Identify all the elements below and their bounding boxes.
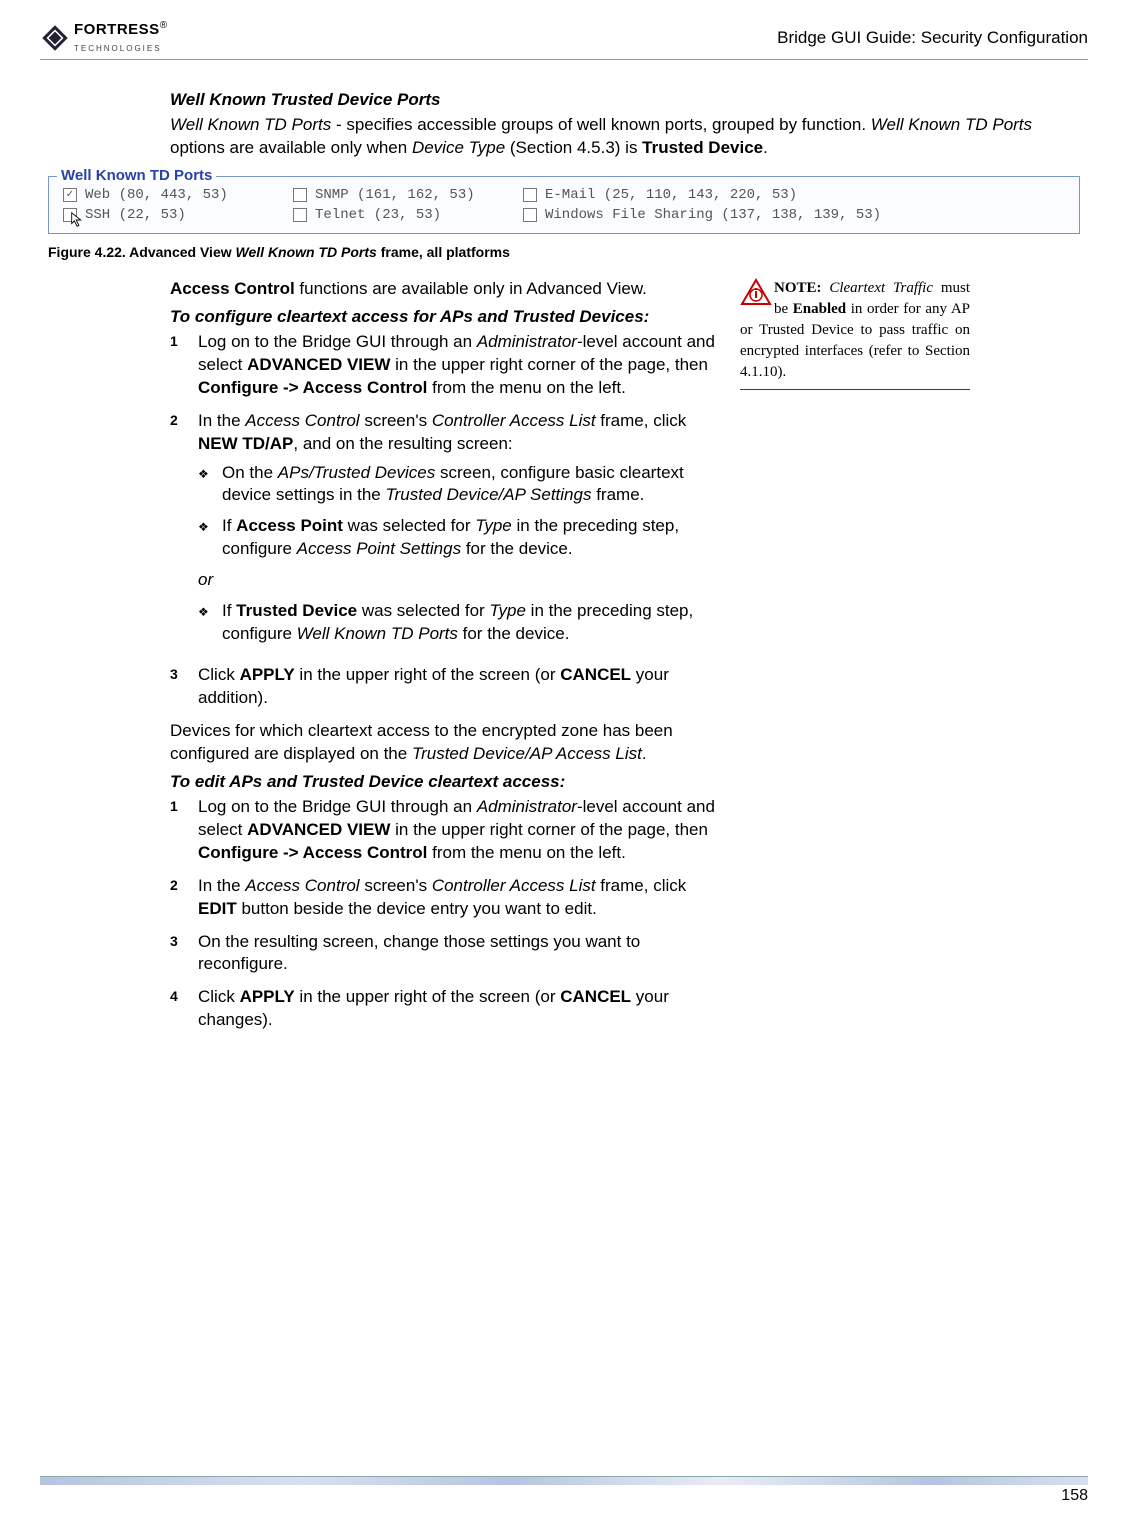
checkbox-icon <box>523 188 537 202</box>
port-email: E-Mail (25, 110, 143, 220, 53) <box>523 187 903 203</box>
note-box: NOTE: Cleartext Traffic must be Enabled … <box>740 278 970 390</box>
header-title: Bridge GUI Guide: Security Configuration <box>777 28 1088 48</box>
diamond-bullet-icon: ❖ <box>198 600 222 646</box>
substep: ❖ If Access Point was selected for Type … <box>198 515 720 561</box>
step: 1 Log on to the Bridge GUI through an Ad… <box>170 796 720 865</box>
page-header: FORTRESS® TECHNOLOGIES Bridge GUI Guide:… <box>40 20 1088 60</box>
substep: ❖ On the APs/Trusted Devices screen, con… <box>198 462 720 508</box>
sidebar-column: NOTE: Cleartext Traffic must be Enabled … <box>740 278 970 390</box>
step: 1 Log on to the Bridge GUI through an Ad… <box>170 331 720 400</box>
main-column: Access Control functions are available o… <box>170 278 720 1042</box>
diamond-bullet-icon: ❖ <box>198 462 222 508</box>
procedure1-heading: To configure cleartext access for APs an… <box>170 307 720 327</box>
checkbox-icon: ✓ <box>63 188 77 202</box>
page-number: 158 <box>40 1487 1088 1505</box>
substep: ❖ If Trusted Device was selected for Typ… <box>198 600 720 646</box>
mid-paragraph: Devices for which cleartext access to th… <box>170 720 720 766</box>
procedure2-heading: To edit APs and Trusted Device cleartext… <box>170 772 720 792</box>
cursor-icon <box>69 211 87 229</box>
logo-icon <box>40 23 70 53</box>
intro-paragraph: Well Known TD Ports - specifies accessib… <box>170 114 1058 160</box>
section-heading: Well Known Trusted Device Ports <box>170 90 1058 110</box>
footer-bar <box>40 1476 1088 1485</box>
port-snmp: SNMP (161, 162, 53) <box>293 187 503 203</box>
figure-screenshot: Well Known TD Ports ✓Web (80, 443, 53) S… <box>40 176 1088 260</box>
access-control-note: Access Control functions are available o… <box>170 278 720 301</box>
checkbox-icon <box>523 208 537 222</box>
note-label: NOTE: <box>774 280 822 296</box>
ports-frame-legend: Well Known TD Ports <box>57 167 216 184</box>
step: 3 Click APPLY in the upper right of the … <box>170 664 720 710</box>
port-telnet: Telnet (23, 53) <box>293 207 503 223</box>
or-separator: or <box>198 569 720 592</box>
logo: FORTRESS® TECHNOLOGIES <box>40 20 167 55</box>
diamond-bullet-icon: ❖ <box>198 515 222 561</box>
logo-subtext: TECHNOLOGIES <box>74 44 162 53</box>
ports-frame: Well Known TD Ports ✓Web (80, 443, 53) S… <box>48 176 1080 234</box>
procedure1-steps: 1 Log on to the Bridge GUI through an Ad… <box>170 331 720 710</box>
procedure2-steps: 1 Log on to the Bridge GUI through an Ad… <box>170 796 720 1032</box>
alert-info-icon <box>740 278 772 306</box>
checkbox-icon <box>293 188 307 202</box>
port-wfs: Windows File Sharing (137, 138, 139, 53) <box>523 207 903 223</box>
figure-caption: Figure 4.22. Advanced View Well Known TD… <box>48 244 1088 260</box>
step: 2 In the Access Control screen's Control… <box>170 410 720 654</box>
checkbox-icon <box>293 208 307 222</box>
step: 4 Click APPLY in the upper right of the … <box>170 986 720 1032</box>
logo-text: FORTRESS <box>74 21 160 38</box>
step: 3 On the resulting screen, change those … <box>170 931 720 977</box>
port-web: ✓Web (80, 443, 53) <box>63 187 273 203</box>
page-footer: 158 <box>40 1476 1088 1505</box>
logo-reg: ® <box>160 20 167 31</box>
step: 2 In the Access Control screen's Control… <box>170 875 720 921</box>
port-ssh: SSH (22, 53) <box>63 207 273 223</box>
